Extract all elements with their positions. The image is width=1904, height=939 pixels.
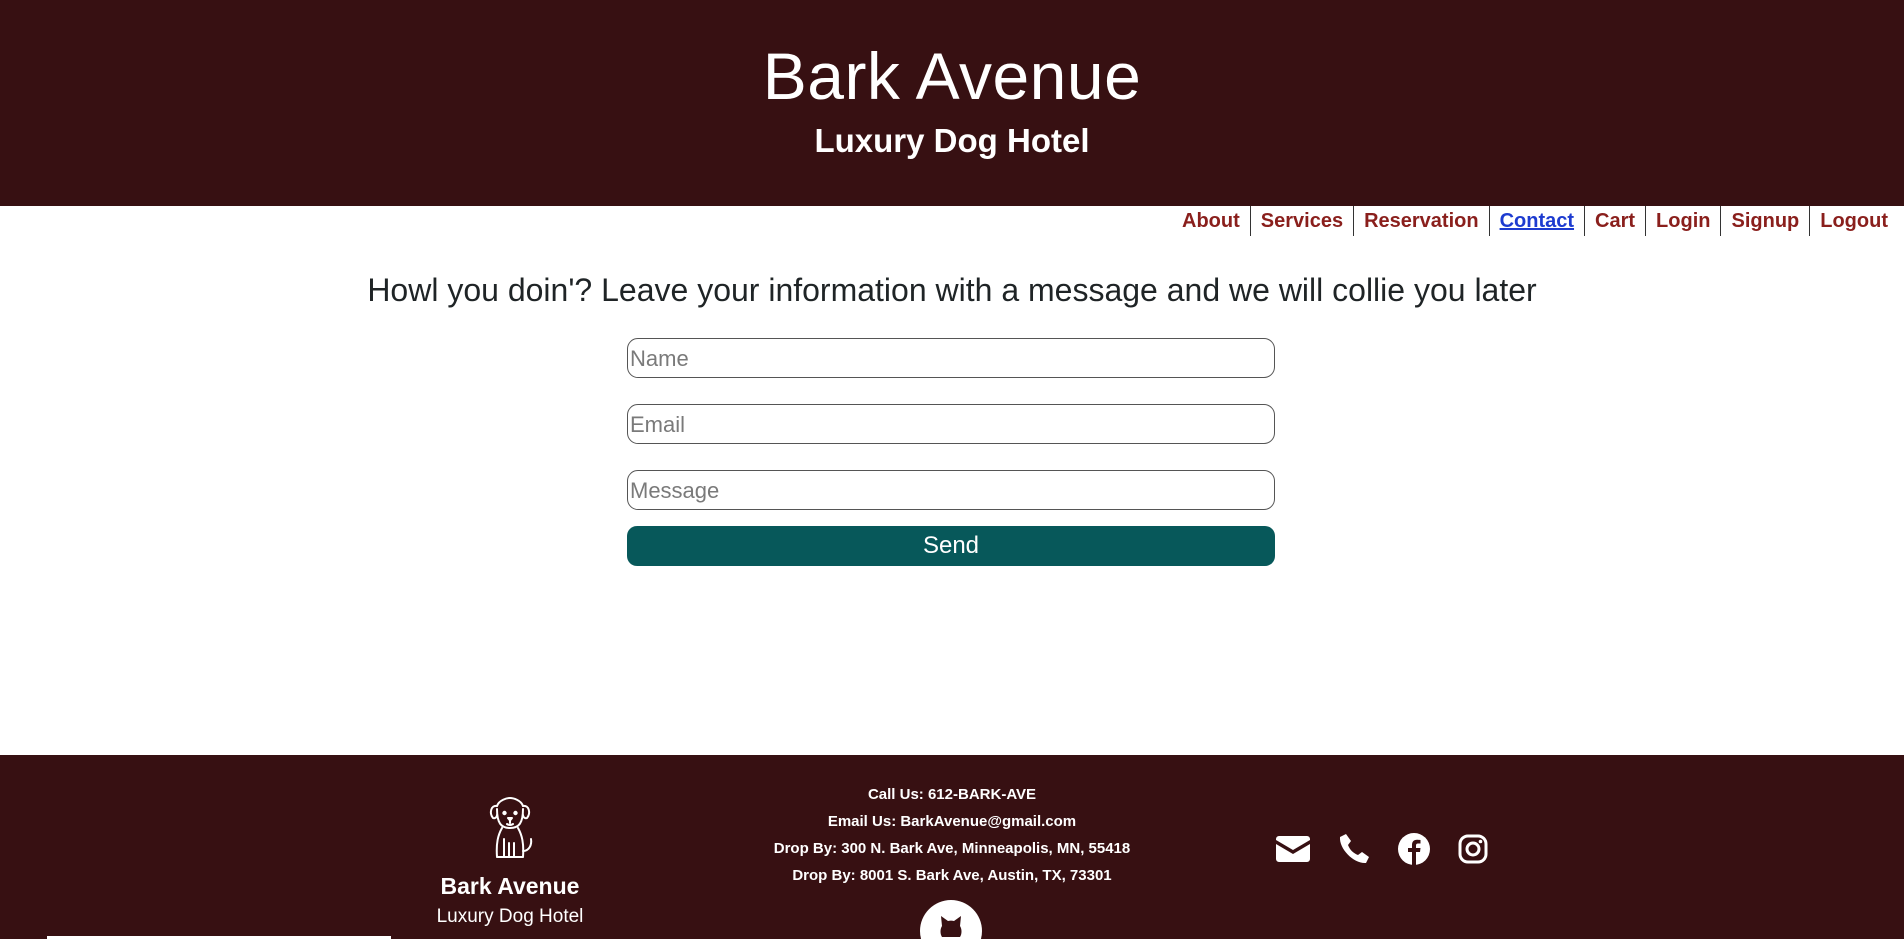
nav-cart[interactable]: Cart — [1584, 206, 1645, 236]
site-footer: Bark Avenue Luxury Dog Hotel Call Us: 61… — [0, 755, 1904, 939]
nav-login[interactable]: Login — [1645, 206, 1720, 236]
envelope-icon[interactable] — [1276, 836, 1310, 862]
nav-reservation[interactable]: Reservation — [1353, 206, 1489, 236]
site-subtitle: Luxury Dog Hotel — [814, 122, 1090, 159]
name-input[interactable] — [627, 338, 1275, 378]
nav-contact[interactable]: Contact — [1488, 206, 1584, 236]
social-links — [1276, 833, 1488, 865]
github-icon[interactable] — [920, 900, 982, 939]
email-input[interactable] — [627, 404, 1275, 444]
contact-address-minneapolis: Drop By: 300 N. Bark Ave, Minneapolis, M… — [773, 840, 1131, 857]
nav-about[interactable]: About — [1172, 206, 1250, 236]
nav-logout[interactable]: Logout — [1809, 206, 1898, 236]
contact-email: Email Us: BarkAvenue@gmail.com — [827, 813, 1077, 830]
main-nav: About Services Reservation Contact Cart … — [1172, 206, 1898, 236]
contact-form: Send — [627, 338, 1275, 566]
site-title: Bark Avenue — [762, 39, 1142, 113]
site-header: Bark Avenue Luxury Dog Hotel — [0, 0, 1904, 206]
message-input[interactable] — [627, 470, 1275, 510]
footer-contact: Call Us: 612-BARK-AVE Email Us: BarkAven… — [0, 781, 1904, 889]
nav-services[interactable]: Services — [1249, 206, 1353, 236]
send-button[interactable]: Send — [627, 526, 1275, 566]
github-cat-shape — [940, 916, 962, 937]
contact-phone: Call Us: 612-BARK-AVE — [867, 786, 1037, 803]
contact-heading: Howl you doin'? Leave your information w… — [367, 272, 1537, 308]
contact-address-austin: Drop By: 8001 S. Bark Ave, Austin, TX, 7… — [792, 867, 1112, 884]
instagram-icon[interactable] — [1458, 834, 1488, 864]
nav-signup[interactable]: Signup — [1720, 206, 1809, 236]
footer-brand-tagline: Luxury Dog Hotel — [436, 906, 584, 927]
facebook-icon[interactable] — [1398, 833, 1430, 865]
phone-icon[interactable] — [1338, 833, 1370, 865]
